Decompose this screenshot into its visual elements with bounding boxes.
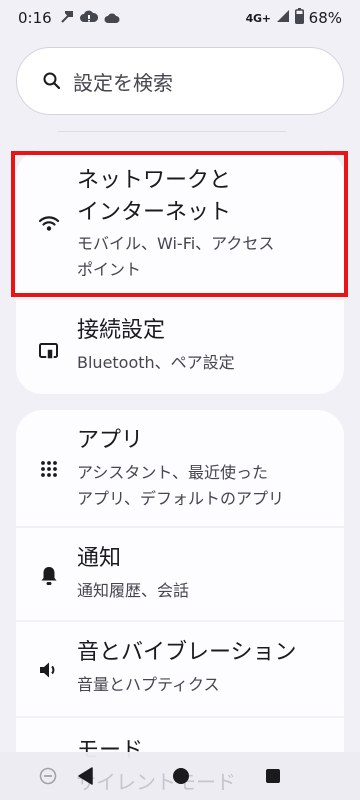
settings-item-network[interactable]: ネットワークと インターネット モバイル、Wi-Fi、アクセス ポイント xyxy=(16,150,344,300)
network-type: 4G+ xyxy=(245,11,271,25)
apps-card: アプリ アシスタント、最近使った アプリ、デフォルトのアプリ 通知 通知履歴、会… xyxy=(16,410,344,770)
connectivity-card: ネットワークと インターネット モバイル、Wi-Fi、アクセス ポイント 接続設… xyxy=(16,150,344,394)
home-icon[interactable] xyxy=(171,766,191,786)
search-placeholder: 設定を検索 xyxy=(73,70,173,95)
status-time: 0:16 xyxy=(18,9,52,27)
network-title-line1: ネットワークと xyxy=(77,168,232,193)
wifi-icon xyxy=(38,212,60,234)
cloud-icon xyxy=(104,9,120,28)
settings-item-notifications[interactable]: 通知 通知履歴、会話 xyxy=(16,530,344,622)
apps-subtitle-line1: アシスタント、最近使った xyxy=(77,463,269,482)
search-icon xyxy=(41,70,63,92)
status-notification-icons xyxy=(60,9,120,28)
notifications-subtitle: 通知履歴、会話 xyxy=(77,581,190,600)
signal-icon xyxy=(276,9,290,27)
battery-percent: 68% xyxy=(308,9,342,27)
connections-title: 接続設定 xyxy=(77,318,166,343)
settings-item-connections[interactable]: 接続設定 Bluetooth、ペア設定 xyxy=(16,302,344,394)
sound-title: 音とバイブレーション xyxy=(77,640,297,665)
apps-grid-icon xyxy=(38,458,60,480)
connections-subtitle: Bluetooth、ペア設定 xyxy=(77,353,235,372)
recents-icon[interactable] xyxy=(263,766,283,786)
bell-icon xyxy=(38,565,60,587)
settings-item-sound[interactable]: 音とバイブレーション 音量とハプティクス xyxy=(16,624,344,718)
settings-item-apps[interactable]: アプリ アシスタント、最近使った アプリ、デフォルトのアプリ xyxy=(16,410,344,528)
dnd-icon xyxy=(38,766,58,786)
hammer-icon xyxy=(60,9,74,28)
network-subtitle-line1: モバイル、Wi-Fi、アクセス xyxy=(77,234,275,253)
network-title-line2: インターネット xyxy=(77,200,232,225)
status-left: 0:16 xyxy=(18,9,120,28)
status-bar: 0:16 4G+ 68% xyxy=(0,0,360,36)
sound-subtitle: 音量とハプティクス xyxy=(77,675,220,694)
speaker-icon xyxy=(38,659,60,681)
battery-icon xyxy=(294,8,304,28)
divider xyxy=(58,131,286,132)
apps-subtitle-line2: アプリ、デフォルトのアプリ xyxy=(77,489,285,508)
notifications-title: 通知 xyxy=(77,546,122,571)
network-subtitle-line2: ポイント xyxy=(77,260,142,279)
search-bar[interactable]: 設定を検索 xyxy=(16,47,344,115)
navigation-bar: サイレントモード xyxy=(0,752,360,800)
back-icon[interactable] xyxy=(76,766,96,786)
status-right: 4G+ 68% xyxy=(246,8,342,28)
apps-title: アプリ xyxy=(77,428,144,453)
modes-subtitle-ghost: サイレントモード xyxy=(76,770,236,794)
connected-devices-icon xyxy=(38,340,60,362)
cloud-alert-icon xyxy=(79,9,98,28)
